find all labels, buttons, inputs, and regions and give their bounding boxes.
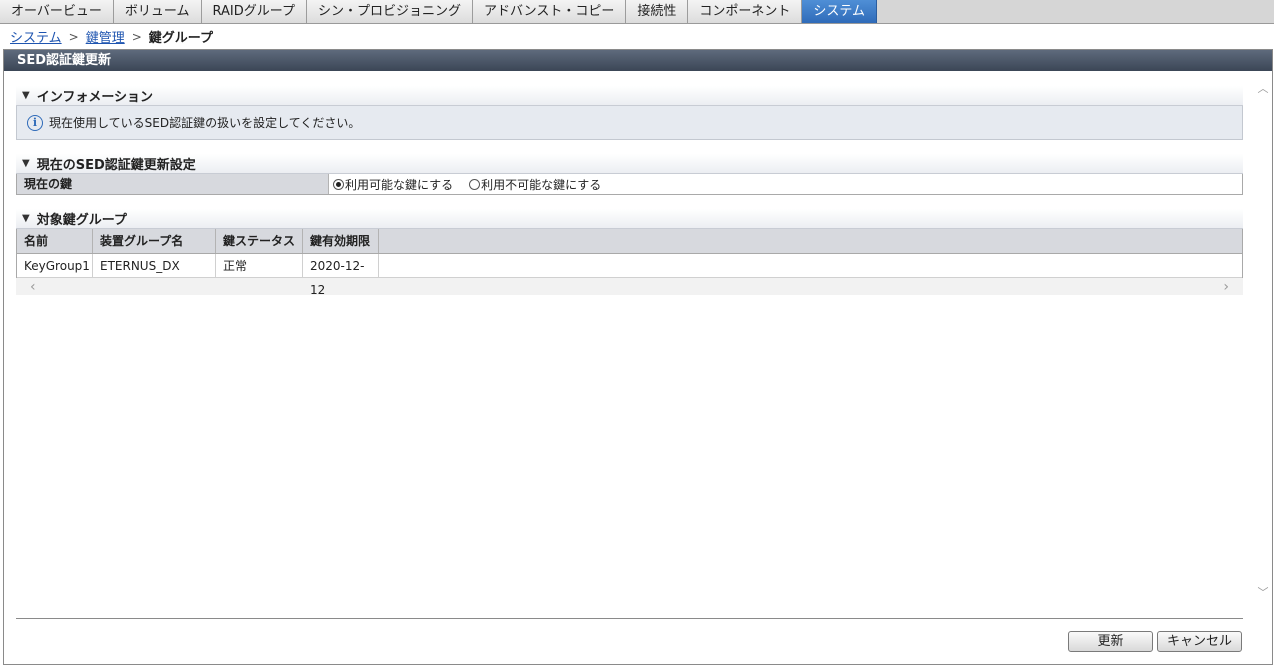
current-key-options: 利用可能な鍵にする 利用不可能な鍵にする [329,174,1242,194]
collapse-triangle-icon: ▼ [22,90,30,101]
collapse-triangle-icon: ▼ [22,213,30,224]
tab-system[interactable]: システム [802,0,878,23]
radio-usable-key[interactable]: 利用可能な鍵にする [333,176,453,193]
info-section-title: インフォメーション [36,90,154,105]
key-group-table: 名前 装置グループ名 鍵ステータス 鍵有効期限 KeyGroup1 ETERNU… [16,229,1243,297]
cell-device-group: ETERNUS_DX [93,254,216,277]
horizontal-scrollbar[interactable]: ‹ › [16,278,1243,295]
radio-checked-icon[interactable] [333,178,344,190]
radio-unusable-key-label: 利用不可能な鍵にする [481,177,602,192]
panel-content: ▼ インフォメーション i 現在使用しているSED認証鍵の扱いを設定してください… [16,86,1243,297]
current-key-row: 現在の鍵 利用可能な鍵にする 利用不可能な鍵にする [16,174,1243,195]
radio-unchecked-icon[interactable] [469,178,481,190]
action-buttons: 更新 キャンセル [1064,631,1242,652]
info-message-box: i 現在使用しているSED認証鍵の扱いを設定してください。 [16,106,1243,140]
scroll-left-icon[interactable]: ‹ [30,279,36,295]
panel-title: SED認証鍵更新 [4,50,1272,71]
info-message: 現在使用しているSED認証鍵の扱いを設定してください。 [49,116,361,130]
cell-name: KeyGroup1 [17,254,93,277]
current-settings-title: 現在のSED認証鍵更新設定 [36,158,196,173]
sed-key-update-panel: SED認証鍵更新 ▼ インフォメーション i 現在使用しているSED認証鍵の扱い… [3,49,1273,665]
tab-connectivity[interactable]: 接続性 [626,0,689,23]
breadcrumb-link-system[interactable]: システム [10,27,62,46]
current-key-label: 現在の鍵 [17,174,329,194]
info-section-header[interactable]: ▼ インフォメーション [16,86,1243,106]
breadcrumb-current: 鍵グループ [148,31,213,46]
update-button[interactable]: 更新 [1068,631,1153,652]
breadcrumb-link-key-management[interactable]: 鍵管理 [86,27,125,46]
tab-overview[interactable]: オーバービュー [0,0,114,23]
scroll-right-icon[interactable]: › [1223,279,1229,295]
tab-volume[interactable]: ボリューム [113,0,202,23]
scroll-up-icon[interactable]: ︿ [1258,80,1269,96]
column-header-key-expiry[interactable]: 鍵有効期限 [303,229,379,253]
tab-advanced-copy[interactable]: アドバンスト・コピー [472,0,627,23]
scroll-down-icon[interactable]: ﹀ [1258,584,1269,600]
vertical-scrollbar[interactable]: ︿ ﹀ [1256,80,1270,600]
table-header-row: 名前 装置グループ名 鍵ステータス 鍵有効期限 [17,229,1242,254]
radio-usable-key-label: 利用可能な鍵にする [345,177,454,192]
breadcrumb-separator: > [68,29,79,44]
footer-divider [16,618,1243,619]
tab-component[interactable]: コンポーネント [688,0,803,23]
tab-thin-provisioning[interactable]: シン・プロビジョニング [306,0,473,23]
cell-key-status: 正常 [216,254,303,277]
radio-unusable-key[interactable]: 利用不可能な鍵にする [469,176,601,193]
column-header-name[interactable]: 名前 [17,229,93,253]
cancel-button[interactable]: キャンセル [1157,631,1242,652]
key-group-section-title: 対象鍵グループ [36,213,127,228]
column-header-device-group[interactable]: 装置グループ名 [93,229,216,253]
key-group-section-header[interactable]: ▼ 対象鍵グループ [16,209,1243,229]
tab-raid-group[interactable]: RAIDグループ [201,0,307,23]
table-row[interactable]: KeyGroup1 ETERNUS_DX 正常 2020-12-12 [17,254,1242,297]
cell-key-expiry: 2020-12-12 [303,254,379,297]
info-icon: i [27,114,43,131]
column-header-key-status[interactable]: 鍵ステータス [216,229,303,253]
breadcrumb-separator: > [131,29,142,44]
main-tab-bar: オーバービュー ボリューム RAIDグループ シン・プロビジョニング アドバンス… [0,0,1274,24]
breadcrumb: システム > 鍵管理 > 鍵グループ [0,25,1274,48]
collapse-triangle-icon: ▼ [22,158,30,169]
current-settings-header[interactable]: ▼ 現在のSED認証鍵更新設定 [16,154,1243,174]
